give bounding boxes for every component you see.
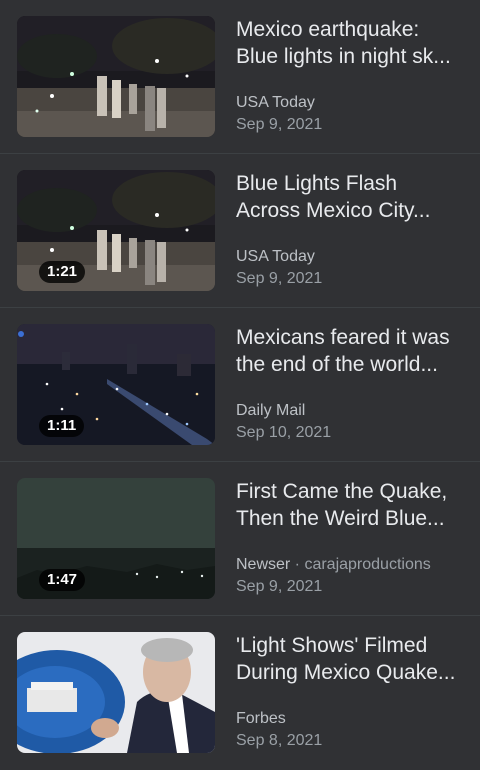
publisher-name: Daily Mail xyxy=(236,402,306,419)
video-title-line: the end of the world... xyxy=(236,353,438,376)
video-title[interactable]: Mexicans feared it was the end of the wo… xyxy=(236,324,468,378)
video-title-line: Across Mexico City... xyxy=(236,199,431,222)
publisher-name: Newser xyxy=(236,556,291,573)
video-thumbnail[interactable]: 1:11 xyxy=(17,324,215,445)
video-title[interactable]: Blue Lights Flash Across Mexico City... xyxy=(236,170,468,224)
video-title[interactable]: 'Light Shows' Filmed During Mexico Quake… xyxy=(236,632,468,686)
video-title-line: Then the Weird Blue... xyxy=(236,507,445,530)
video-result-card[interactable]: 1:11 Mexicans feared it was the end of t… xyxy=(0,308,480,462)
publish-date: Sep 8, 2021 xyxy=(236,732,323,749)
publish-date: Sep 9, 2021 xyxy=(236,578,323,595)
video-duration-badge: 1:47 xyxy=(39,569,86,591)
video-result-card[interactable]: 'Light Shows' Filmed During Mexico Quake… xyxy=(0,616,480,770)
video-results-list: Mexico earthquake: Blue lights in night … xyxy=(0,0,480,765)
video-source: Newser · carajaproductions xyxy=(236,555,431,575)
video-title-line: First Came the Quake, xyxy=(236,480,448,503)
publisher-name: USA Today xyxy=(236,94,315,111)
publish-date: Sep 9, 2021 xyxy=(236,270,323,287)
video-title-line: 'Light Shows' Filmed xyxy=(236,634,428,657)
video-source: USA Today xyxy=(236,247,315,267)
video-duration-badge: 1:21 xyxy=(39,261,86,283)
video-title[interactable]: Mexico earthquake: Blue lights in night … xyxy=(236,16,468,70)
video-source: Daily Mail xyxy=(236,401,305,421)
video-title-line: Mexico earthquake: xyxy=(236,18,420,41)
video-duration-badge: 1:11 xyxy=(39,415,85,437)
video-title-line: Blue Lights Flash xyxy=(236,172,398,195)
video-thumbnail[interactable] xyxy=(17,16,215,137)
video-title-line: Mexicans feared it was xyxy=(236,326,450,349)
video-result-card[interactable]: 1:47 First Came the Quake, Then the Weir… xyxy=(0,462,480,616)
video-title-line: Blue lights in night sk... xyxy=(236,45,451,68)
channel-name: · carajaproductions xyxy=(290,556,431,573)
publisher-name: USA Today xyxy=(236,248,315,265)
publish-date: Sep 10, 2021 xyxy=(236,424,332,441)
publish-date: Sep 9, 2021 xyxy=(236,116,323,133)
video-source: Forbes xyxy=(236,709,286,729)
video-result-card[interactable]: Mexico earthquake: Blue lights in night … xyxy=(0,0,480,154)
video-source: USA Today xyxy=(236,93,315,113)
video-title[interactable]: First Came the Quake, Then the Weird Blu… xyxy=(236,478,468,532)
video-result-card[interactable]: 1:21 Blue Lights Flash Across Mexico Cit… xyxy=(0,154,480,308)
video-title-line: During Mexico Quake... xyxy=(236,661,456,684)
video-thumbnail[interactable]: 1:47 xyxy=(17,478,215,599)
video-thumbnail[interactable]: 1:21 xyxy=(17,170,215,291)
publisher-name: Forbes xyxy=(236,710,286,727)
video-thumbnail[interactable] xyxy=(17,632,215,753)
